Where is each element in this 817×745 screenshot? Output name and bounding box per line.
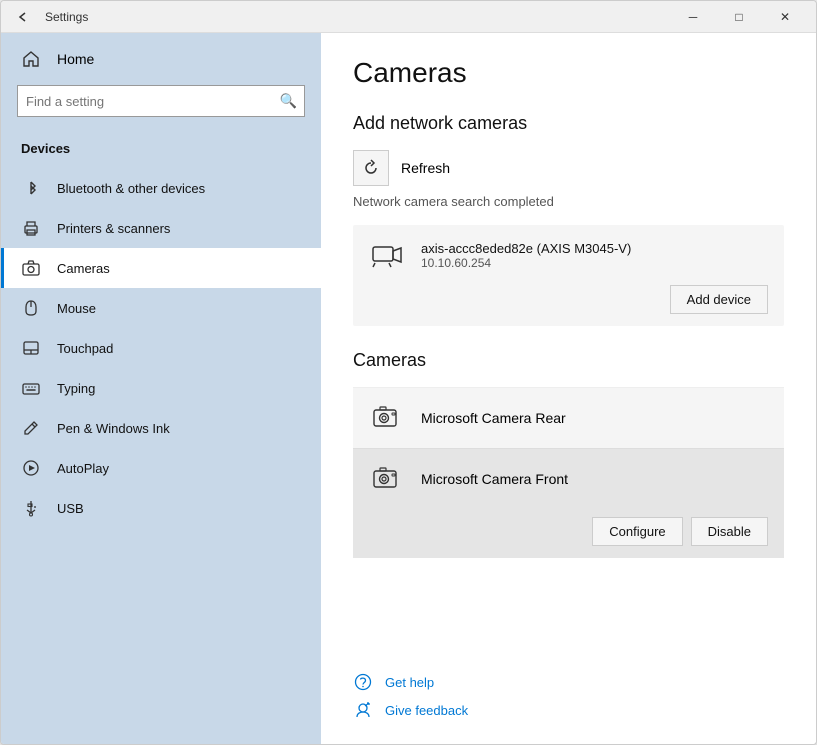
sidebar-item-mouse[interactable]: Mouse <box>1 288 321 328</box>
home-label: Home <box>57 51 94 67</box>
window-title: Settings <box>45 10 670 24</box>
camera-rear-name: Microsoft Camera Rear <box>421 410 566 426</box>
cameras-card: Microsoft Camera Rear Microsoft Camera <box>353 387 784 558</box>
sidebar-item-typing[interactable]: Typing <box>1 368 321 408</box>
titlebar: Settings ─ □ ✕ <box>1 1 816 33</box>
sidebar-item-bluetooth[interactable]: Bluetooth & other devices <box>1 168 321 208</box>
sidebar-item-touchpad[interactable]: Touchpad <box>1 328 321 368</box>
mouse-icon <box>21 298 41 318</box>
autoplay-label: AutoPlay <box>57 461 109 476</box>
camera-rear-item[interactable]: Microsoft Camera Rear <box>353 387 784 448</box>
printer-icon <box>21 218 41 238</box>
printers-label: Printers & scanners <box>57 221 170 236</box>
network-camera-footer: Add device <box>369 285 768 314</box>
pen-label: Pen & Windows Ink <box>57 421 170 436</box>
search-status: Network camera search completed <box>353 194 784 209</box>
sidebar-item-home[interactable]: Home <box>1 33 321 85</box>
camera-rear-icon <box>369 400 405 436</box>
network-camera-details: axis-accc8eded82e (AXIS M3045-V) 10.10.6… <box>421 241 768 270</box>
sidebar-item-cameras[interactable]: Cameras <box>1 248 321 288</box>
configure-button[interactable]: Configure <box>592 517 682 546</box>
refresh-button[interactable] <box>353 150 389 186</box>
home-icon <box>21 49 41 69</box>
give-feedback-icon <box>353 700 373 720</box>
touchpad-icon <box>21 338 41 358</box>
back-button[interactable] <box>9 3 37 31</box>
camera-front-item[interactable]: Microsoft Camera Front <box>353 448 784 509</box>
footer-links: Get help Give feedback <box>353 648 784 720</box>
search-icon: 🔍 <box>280 93 297 110</box>
give-feedback-link[interactable]: Give feedback <box>353 700 784 720</box>
camera-nav-icon <box>21 258 41 278</box>
refresh-label: Refresh <box>401 160 450 176</box>
give-feedback-label: Give feedback <box>385 703 468 718</box>
sidebar-search-container: 🔍 <box>17 85 305 117</box>
bluetooth-label: Bluetooth & other devices <box>57 181 205 196</box>
camera-card-footer: Configure Disable <box>353 509 784 558</box>
camera-front-name: Microsoft Camera Front <box>421 471 568 487</box>
pen-icon <box>21 418 41 438</box>
refresh-row: Refresh <box>353 150 784 186</box>
search-input[interactable] <box>17 85 305 117</box>
get-help-link[interactable]: Get help <box>353 672 784 692</box>
sidebar-item-autoplay[interactable]: AutoPlay <box>1 448 321 488</box>
network-camera-info: axis-accc8eded82e (AXIS M3045-V) 10.10.6… <box>369 237 768 273</box>
disable-button[interactable]: Disable <box>691 517 768 546</box>
restore-button[interactable]: □ <box>716 1 762 33</box>
add-device-button[interactable]: Add device <box>670 285 768 314</box>
keyboard-icon <box>21 378 41 398</box>
sidebar: Home 🔍 Devices Bluetooth & other devices <box>1 33 321 744</box>
content-area: Cameras Add network cameras Refresh Netw… <box>321 33 816 744</box>
camera-front-icon <box>369 461 405 497</box>
usb-label: USB <box>57 501 84 516</box>
sidebar-section-title: Devices <box>1 133 321 168</box>
bluetooth-icon <box>21 178 41 198</box>
cameras-section-title: Cameras <box>353 350 784 371</box>
sidebar-item-pen[interactable]: Pen & Windows Ink <box>1 408 321 448</box>
network-camera-name: axis-accc8eded82e (AXIS M3045-V) <box>421 241 768 256</box>
cameras-label: Cameras <box>57 261 110 276</box>
network-camera-ip: 10.10.60.254 <box>421 256 768 270</box>
sidebar-item-usb[interactable]: USB <box>1 488 321 528</box>
sidebar-item-printers[interactable]: Printers & scanners <box>1 208 321 248</box>
autoplay-icon <box>21 458 41 478</box>
mouse-label: Mouse <box>57 301 96 316</box>
usb-icon <box>21 498 41 518</box>
get-help-icon <box>353 672 373 692</box>
touchpad-label: Touchpad <box>57 341 113 356</box>
close-button[interactable]: ✕ <box>762 1 808 33</box>
back-icon <box>17 11 29 23</box>
settings-window: Settings ─ □ ✕ Home 🔍 <box>0 0 817 745</box>
main-layout: Home 🔍 Devices Bluetooth & other devices <box>1 33 816 744</box>
network-camera-icon <box>369 237 405 273</box>
add-network-cameras-title: Add network cameras <box>353 113 784 134</box>
minimize-button[interactable]: ─ <box>670 1 716 33</box>
get-help-label: Get help <box>385 675 434 690</box>
page-title: Cameras <box>353 57 784 89</box>
network-camera-card: axis-accc8eded82e (AXIS M3045-V) 10.10.6… <box>353 225 784 326</box>
refresh-icon <box>362 159 380 177</box>
typing-label: Typing <box>57 381 95 396</box>
window-controls: ─ □ ✕ <box>670 1 808 33</box>
